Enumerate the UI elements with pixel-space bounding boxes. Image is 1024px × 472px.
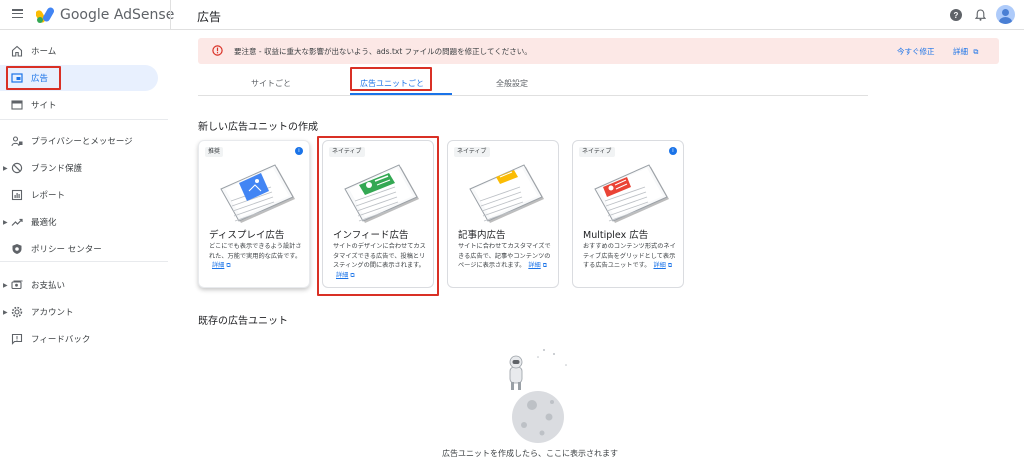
- alert-message: 要注意 - 収益に重大な影響が出ないよう、ads.txt ファイルの問題を修正し…: [234, 47, 532, 56]
- brand-name: Google AdSense: [60, 7, 175, 23]
- sidebar-item-label: お支払い: [31, 281, 66, 291]
- phone-ad-illustration: [220, 164, 295, 223]
- reports-icon: [11, 189, 23, 201]
- home-icon: [11, 45, 23, 57]
- sidebar-item-3[interactable]: プライバシーとメッセージ: [0, 128, 158, 154]
- card-description: どこにでも表示できるよう設計された、万能で実用的な広告です。詳細 ⧉: [209, 242, 305, 271]
- payments-icon: [11, 280, 23, 290]
- tab-by-site[interactable]: サイトごと: [251, 78, 291, 89]
- card-badge: ネイティブ: [579, 147, 615, 157]
- expand-caret-icon: ▶: [3, 308, 8, 316]
- sites-icon: [11, 100, 23, 110]
- sidebar-item-0[interactable]: ホーム: [0, 38, 158, 64]
- info-icon[interactable]: i: [669, 147, 677, 155]
- highlight-box-card: [317, 136, 439, 296]
- alert-details-link[interactable]: 詳細 ⧉: [953, 46, 978, 57]
- sidebar-item-label: アカウント: [31, 308, 74, 318]
- svg-text:?: ?: [954, 11, 959, 20]
- card-badge: 推奨: [205, 147, 224, 157]
- card-details-link[interactable]: 詳細: [212, 262, 224, 269]
- card-title: 記事内広告: [458, 230, 506, 241]
- block-icon: [11, 162, 23, 174]
- sidebar-item-2[interactable]: サイト: [0, 92, 158, 118]
- feedback-icon: [11, 333, 23, 345]
- sidebar-item-label: サイト: [31, 101, 57, 111]
- info-icon[interactable]: i: [295, 147, 303, 155]
- settings-icon: [11, 306, 23, 318]
- create-section-title: 新しい広告ユニットの作成: [198, 122, 318, 133]
- highlight-box-ads-nav: [6, 66, 61, 90]
- card-title: ディスプレイ広告: [209, 230, 285, 241]
- sidebar-item-label: ホーム: [31, 47, 57, 57]
- card-details-link[interactable]: 詳細: [653, 262, 665, 269]
- expand-caret-icon: ▶: [3, 218, 8, 226]
- card-description: サイトに合わせてカスタマイズできる広告で、記事やコンテンツのページに表示されます…: [458, 242, 554, 271]
- page-title: 広告: [197, 10, 222, 24]
- expand-caret-icon: ▶: [3, 164, 8, 172]
- sidebar-item-label: フィードバック: [31, 335, 91, 345]
- phone-ad-illustration: [469, 164, 544, 223]
- existing-section-title: 既存の広告ユニット: [198, 316, 288, 327]
- sidebar-item-8[interactable]: ▶ お支払い: [0, 272, 158, 298]
- trending-icon: [11, 218, 23, 226]
- sidebar-item-label: ブランド保護: [31, 164, 83, 174]
- help-icon[interactable]: ?: [950, 9, 962, 21]
- ads-txt-alert: 要注意 - 収益に重大な影響が出ないよう、ads.txt ファイルの問題を修正し…: [198, 38, 999, 64]
- sidebar-item-label: 最適化: [31, 218, 57, 228]
- open-in-new-icon: ⧉: [226, 262, 231, 269]
- phone-ad-illustration: [594, 164, 669, 223]
- title-divider: [170, 0, 171, 30]
- policy-icon: [12, 244, 22, 254]
- active-tab-indicator: [350, 93, 452, 95]
- ad-unit-card-2[interactable]: ネイティブ記事内広告 サイトに合わせてカスタマイズできる広告で、記事やコンテンツの…: [447, 140, 559, 288]
- sidebar-item-5[interactable]: レポート: [0, 182, 158, 208]
- tab-general-settings[interactable]: 全般設定: [496, 78, 528, 89]
- sidebar-item-7[interactable]: ポリシー センター: [0, 236, 158, 262]
- card-badge: ネイティブ: [454, 147, 490, 157]
- expand-caret-icon: ▶: [3, 281, 8, 289]
- notifications-icon[interactable]: [975, 9, 986, 21]
- sidebar-divider: [0, 261, 168, 262]
- sidebar-item-4[interactable]: ▶ ブランド保護: [0, 155, 158, 181]
- card-title: Multiplex 広告: [583, 230, 649, 241]
- highlight-box-tab: [350, 67, 432, 91]
- sidebar-item-label: プライバシーとメッセージ: [31, 137, 133, 147]
- empty-state-moon-illustration: [509, 349, 567, 443]
- sidebar-item-label: レポート: [31, 191, 66, 201]
- sidebar: ホーム 広告 サイト プライバシーとメッセージ ▶ ブランド保護 レポート ▶ 最適化 ポリシー …: [0, 31, 168, 472]
- ad-unit-card-0[interactable]: 推奨 i ディスプレイ広告 どこにでも表示できるよう設計された、万能で実用的な広告です…: [198, 140, 310, 288]
- top-app-bar: Google AdSense 広告 ?: [0, 0, 1024, 30]
- sidebar-item-9[interactable]: ▶ アカウント: [0, 299, 158, 325]
- sidebar-item-6[interactable]: ▶ 最適化: [0, 209, 158, 235]
- fix-now-link[interactable]: 今すぐ修正: [897, 46, 935, 57]
- card-description-text: どこにでも表示できるよう設計された、万能で実用的な広告です。: [209, 243, 302, 260]
- card-details-link[interactable]: 詳細: [528, 262, 540, 269]
- sidebar-item-10[interactable]: フィードバック: [0, 326, 158, 352]
- open-in-new-icon: ⧉: [667, 262, 673, 269]
- adsense-logo[interactable]: [36, 7, 56, 23]
- menu-icon[interactable]: [12, 9, 23, 19]
- privacy-icon: [11, 136, 23, 147]
- error-icon: [212, 45, 223, 56]
- open-in-new-icon: ⧉: [973, 48, 979, 56]
- ad-unit-card-3[interactable]: ネイティブ i Multiplex 広告 おすすめのコンテンツ形式のネイティブ広告をグ…: [572, 140, 684, 288]
- open-in-new-icon: ⧉: [542, 262, 547, 269]
- alert-details-label: 詳細: [953, 47, 968, 56]
- card-description: おすすめのコンテンツ形式のネイティブ広告をグリッドとして表示する広告ユニットです…: [583, 242, 679, 271]
- avatar[interactable]: [996, 5, 1015, 24]
- sidebar-divider: [0, 119, 168, 120]
- sidebar-item-label: ポリシー センター: [31, 245, 102, 255]
- tab-bar: サイトごと 広告ユニットごと 全般設定: [198, 70, 868, 96]
- empty-state-message: 広告ユニットを作成したら、ここに表示されます: [442, 449, 618, 458]
